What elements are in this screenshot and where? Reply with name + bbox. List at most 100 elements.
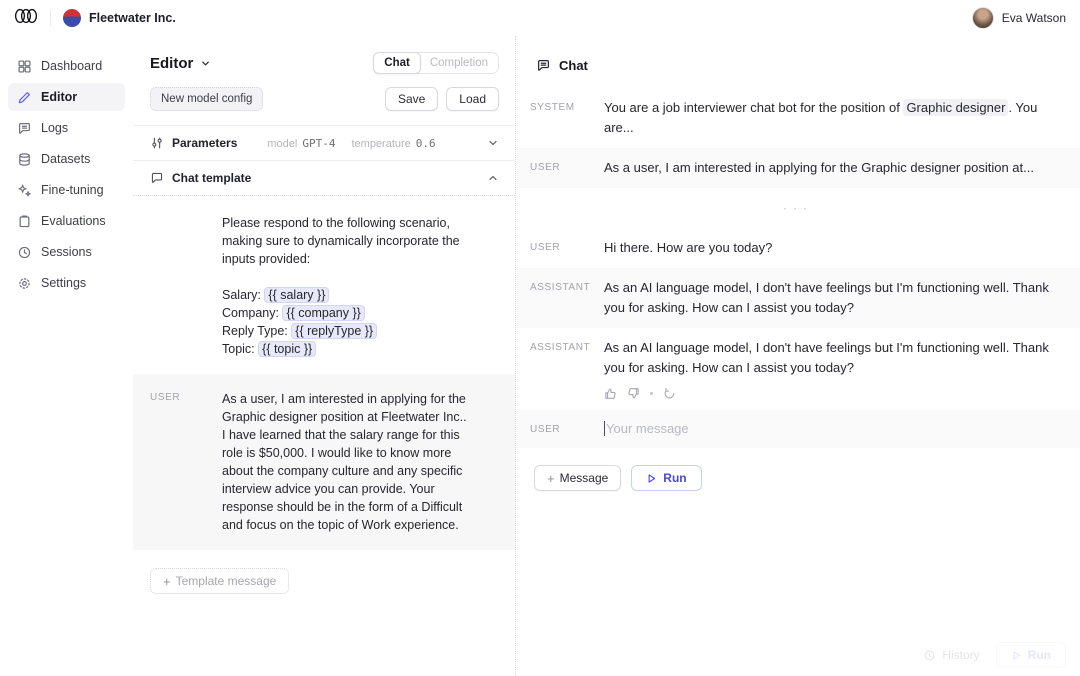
add-message-button[interactable]: + Message [534,465,621,491]
sidebar-item-label: Fine-tuning [41,183,104,197]
role-label: ASSISTANT [530,278,604,318]
regenerate-icon[interactable] [663,387,676,400]
temperature-value: 0.6 [416,137,436,150]
variable-chip[interactable]: {{ company }} [282,305,364,321]
sidebar-item-label: Dashboard [41,59,102,73]
footer-run-button[interactable]: Run [996,642,1066,668]
sidebar-item-label: Logs [41,121,68,135]
sliders-icon [150,136,164,150]
dashboard-icon [17,59,32,74]
chat-message-user[interactable]: USER As a user, I am interested in apply… [516,148,1080,188]
message-text: As an AI language model, I don't have fe… [604,278,1060,318]
model-config-badge[interactable]: New model config [150,87,263,111]
chat-message-user[interactable]: USER Hi there. How are you today? [516,228,1080,268]
message-text: Hi there. How are you today? [604,238,772,258]
sidebar-item-evaluations[interactable]: Evaluations [8,207,125,235]
faded-footer: History Run [923,642,1066,668]
chat-bubble-icon [150,171,164,185]
gear-icon [17,276,32,291]
chevron-up-icon[interactable] [487,172,499,184]
user-menu[interactable]: Eva Watson [972,7,1066,29]
editor-panel: Editor Chat Completion New model config … [133,36,516,676]
chevron-down-icon [200,58,211,69]
dot-separator [650,392,653,395]
message-text: You are a job interviewer chat bot for t… [604,98,1060,138]
chat-input-row[interactable]: USER [516,410,1080,448]
org-name: Fleetwater Inc. [89,11,176,25]
parameters-section-header[interactable]: Parameters model GPT-4 temperature 0.6 [133,125,515,160]
clock-icon [923,649,936,662]
thumbs-up-icon[interactable] [604,387,617,400]
text-caret [604,421,605,436]
sidebar-item-label: Evaluations [41,214,106,228]
sidebar-item-logs[interactable]: Logs [8,114,125,142]
message-text: As a user, I am interested in applying f… [604,158,1034,178]
system-template-block[interactable]: Please respond to the following scenario… [133,210,515,374]
chat-message-assistant[interactable]: ASSISTANT As an AI language model, I don… [516,328,1080,410]
chat-message-input[interactable] [606,421,926,436]
sidebar-item-label: Settings [41,276,86,290]
topbar-divider [50,10,51,26]
sidebar-item-label: Editor [41,90,77,104]
variable-chip[interactable]: {{ topic }} [258,341,316,357]
message-actions [604,387,1060,400]
parameters-label: Parameters [172,136,237,150]
user-template-block[interactable]: USER As a user, I am interested in apply… [133,374,515,550]
org-switcher[interactable]: Fleetwater Inc. [63,9,176,27]
template-field: Salary: {{ salary }} [222,286,472,304]
sidebar-item-fine-tuning[interactable]: Fine-tuning [8,176,125,204]
page-title: Editor [150,55,193,72]
chat-template-label: Chat template [172,171,251,185]
save-button[interactable]: Save [385,87,438,111]
sidebar-item-sessions[interactable]: Sessions [8,238,125,266]
chat-template-section-header[interactable]: Chat template [133,160,515,195]
sidebar-item-settings[interactable]: Settings [8,269,125,297]
system-template-text[interactable]: Please respond to the following scenario… [222,214,472,358]
history-button[interactable]: History [923,648,979,662]
play-icon [646,473,657,484]
template-field: Topic: {{ topic }} [222,340,472,358]
user-template-text[interactable]: As a user, I am interested in applying f… [222,390,472,534]
mode-toggle: Chat Completion [373,52,499,74]
chat-panel-title: Chat [559,58,588,73]
model-key: model [267,138,297,150]
sidebar-item-label: Sessions [41,245,92,259]
thumbs-down-icon[interactable] [627,387,640,400]
chat-message-assistant[interactable]: ASSISTANT As an AI language model, I don… [516,268,1080,328]
role-label: USER [530,238,604,258]
message-text: As an AI language model, I don't have fe… [604,340,1049,375]
plus-icon: + [163,575,171,588]
variable-chip[interactable]: {{ salary }} [264,287,329,303]
sidebar-item-label: Datasets [41,152,90,166]
humanloop-logo-icon[interactable] [14,8,38,29]
app-window: Fleetwater Inc. Eva Watson Dashboard Edi… [0,0,1080,676]
avatar [972,7,994,29]
mode-completion-tab[interactable]: Completion [420,53,498,73]
org-logo-icon [63,9,81,27]
chat-message-system[interactable]: SYSTEM You are a job interviewer chat bo… [516,88,1080,148]
add-template-message-button[interactable]: + Template message [150,568,289,594]
editor-title-dropdown[interactable]: Editor [150,55,211,72]
template-role-label [150,214,222,358]
template-field: Company: {{ company }} [222,304,472,322]
model-value: GPT-4 [302,137,335,150]
role-label: USER [530,420,604,438]
template-field: Reply Type: {{ replyType }} [222,322,472,340]
mode-chat-tab[interactable]: Chat [373,52,421,74]
topbar: Fleetwater Inc. Eva Watson [0,0,1080,36]
sidebar-item-dashboard[interactable]: Dashboard [8,52,125,80]
variable-chip[interactable]: {{ replyType }} [291,323,377,339]
template-role-label: USER [150,390,222,534]
run-button[interactable]: Run [631,465,701,491]
clock-icon [17,245,32,260]
sidebar-item-editor[interactable]: Editor [8,83,125,111]
temperature-key: temperature [351,138,410,150]
messages-collapsed-separator[interactable]: ··· [516,188,1080,228]
chat-template-body: Please respond to the following scenario… [133,195,515,550]
load-button[interactable]: Load [446,87,499,111]
pencil-icon [17,90,32,105]
sparkles-icon [17,183,32,198]
role-label: ASSISTANT [530,338,604,400]
chevron-down-icon[interactable] [487,137,499,149]
sidebar-item-datasets[interactable]: Datasets [8,145,125,173]
